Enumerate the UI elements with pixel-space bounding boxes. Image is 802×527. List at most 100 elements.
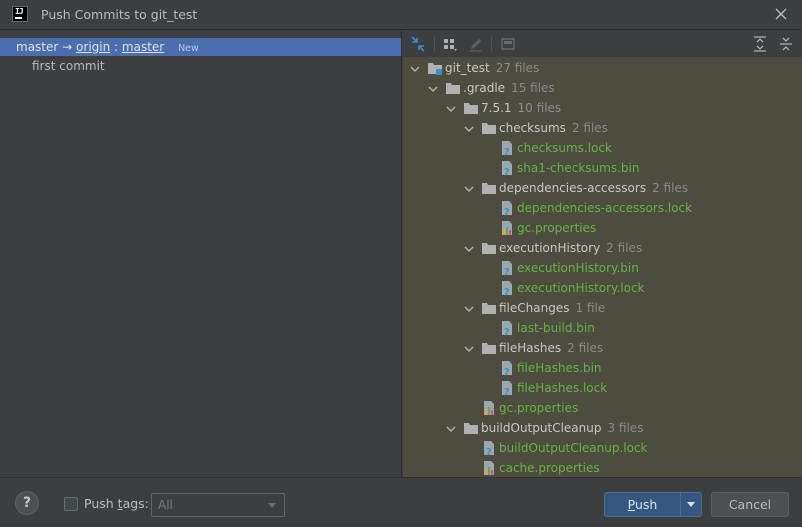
tree-node-name: checksums bbox=[499, 121, 566, 135]
tree-file-row[interactable]: ? executionHistory.bin bbox=[499, 258, 639, 278]
tree-node-name: executionHistory.lock bbox=[517, 281, 645, 295]
tree-node-name: dependencies-accessors bbox=[499, 181, 647, 195]
help-button[interactable]: ? bbox=[15, 491, 39, 515]
collapse-all-icon[interactable] bbox=[777, 35, 795, 53]
push-split-button: Push bbox=[604, 492, 702, 517]
push-tags-label[interactable]: Push tags: bbox=[84, 496, 149, 511]
svg-text:?: ? bbox=[504, 387, 510, 396]
collapse-toggle-icon[interactable] bbox=[409, 35, 427, 53]
cancel-button[interactable]: Cancel bbox=[711, 492, 789, 517]
dialog-footer: ? Push tags: All Push Cancel bbox=[0, 477, 802, 527]
svg-text:?: ? bbox=[504, 287, 510, 296]
chevron-down-icon bbox=[687, 502, 695, 507]
module-folder-icon bbox=[427, 61, 445, 75]
unknown-file-icon: ? bbox=[499, 320, 517, 336]
folder-icon bbox=[481, 181, 499, 195]
arrow-glyph: → bbox=[62, 40, 73, 54]
svg-text:?: ? bbox=[504, 167, 510, 176]
tree-folder-row[interactable]: buildOutputCleanup 3 files bbox=[445, 418, 643, 438]
file-count: 2 files bbox=[652, 181, 689, 195]
edit-icon[interactable] bbox=[467, 35, 485, 53]
target-branch-link[interactable]: master bbox=[122, 40, 164, 54]
tree-file-row[interactable]: ? fileHashes.bin bbox=[499, 358, 602, 378]
tree-node-name: executionHistory.bin bbox=[517, 261, 639, 275]
folder-icon bbox=[481, 341, 499, 355]
tree-file-row[interactable]: ? fileHashes.lock bbox=[499, 378, 607, 398]
tree-node-name: last-build.bin bbox=[517, 321, 595, 335]
tree-node-name: fileHashes.lock bbox=[517, 381, 608, 395]
chevron-down-icon[interactable] bbox=[445, 101, 463, 115]
tree-file-row[interactable]: cache.properties bbox=[481, 458, 600, 477]
svg-text:?: ? bbox=[486, 447, 492, 456]
new-badge: New bbox=[178, 43, 199, 54]
tree-file-row[interactable]: gc.properties bbox=[499, 218, 596, 238]
branch-separator: : bbox=[114, 40, 119, 54]
tree-node-name: buildOutputCleanup.lock bbox=[499, 441, 648, 455]
unknown-file-icon: ? bbox=[499, 160, 517, 176]
tree-node-name: 7.5.1 bbox=[481, 101, 512, 115]
tree-node-name: checksums.lock bbox=[517, 141, 612, 155]
folder-icon bbox=[481, 241, 499, 255]
file-count: 15 files bbox=[511, 81, 555, 95]
changes-toolbar bbox=[403, 31, 802, 57]
properties-file-icon bbox=[499, 220, 517, 235]
file-count: 2 files bbox=[606, 241, 643, 255]
close-icon[interactable] bbox=[772, 5, 790, 23]
push-tags-checkbox[interactable] bbox=[64, 497, 78, 511]
tree-folder-row[interactable]: dependencies-accessors 2 files bbox=[463, 178, 688, 198]
toolbar-divider bbox=[491, 37, 492, 51]
tree-node-name: gc.properties bbox=[499, 401, 579, 415]
tree-file-row[interactable]: ? sha1-checksums.bin bbox=[499, 158, 639, 178]
show-diff-icon[interactable] bbox=[499, 35, 517, 53]
tree-file-row[interactable]: ? buildOutputCleanup.lock bbox=[481, 438, 648, 458]
folder-icon bbox=[463, 421, 481, 435]
chevron-down-icon[interactable] bbox=[463, 241, 481, 255]
chevron-down-icon[interactable] bbox=[409, 61, 427, 75]
tree-folder-row[interactable]: executionHistory 2 files bbox=[463, 238, 642, 258]
unknown-file-icon: ? bbox=[499, 200, 517, 216]
file-count: 10 files bbox=[517, 101, 562, 115]
chevron-down-icon[interactable] bbox=[463, 301, 481, 315]
tree-file-row[interactable]: ? dependencies-accessors.lock bbox=[499, 198, 692, 218]
tree-file-row[interactable]: gc.properties bbox=[481, 398, 578, 418]
window-title: Push Commits to git_test bbox=[41, 7, 198, 22]
svg-text:?: ? bbox=[504, 327, 510, 336]
local-branch: master bbox=[16, 40, 59, 54]
tree-file-row[interactable]: ? executionHistory.lock bbox=[499, 278, 645, 298]
tree-file-row[interactable]: ? last-build.bin bbox=[499, 318, 595, 338]
chevron-down-icon[interactable] bbox=[463, 181, 481, 195]
tree-node-name: executionHistory bbox=[499, 241, 601, 255]
remote-name-link[interactable]: origin bbox=[76, 40, 110, 54]
tree-node-name: .gradle bbox=[463, 81, 506, 95]
tree-folder-row[interactable]: 7.5.1 10 files bbox=[445, 98, 561, 118]
tree-folder-row[interactable]: git_test 27 files bbox=[409, 58, 539, 78]
push-button[interactable]: Push bbox=[605, 493, 680, 516]
push-tags-text: Push tags: bbox=[84, 496, 149, 511]
branch-row[interactable]: master → origin : master New bbox=[0, 38, 401, 56]
tree-folder-row[interactable]: fileChanges 1 file bbox=[463, 298, 605, 318]
unknown-file-icon: ? bbox=[499, 260, 517, 276]
expand-all-icon[interactable] bbox=[751, 35, 769, 53]
chevron-down-icon[interactable] bbox=[463, 341, 481, 355]
toolbar-divider bbox=[434, 37, 435, 51]
tree-file-row[interactable]: ? checksums.lock bbox=[499, 138, 612, 158]
chevron-down-icon[interactable] bbox=[427, 81, 445, 95]
tree-node-name: dependencies-accessors.lock bbox=[517, 201, 693, 215]
tree-node-name: fileHashes bbox=[499, 341, 562, 355]
file-count: 27 files bbox=[495, 61, 540, 75]
unknown-file-icon: ? bbox=[499, 380, 517, 396]
folder-icon bbox=[463, 101, 481, 115]
push-tags-select[interactable]: All bbox=[151, 493, 285, 517]
tree-folder-row[interactable]: .gradle 15 files bbox=[427, 78, 555, 98]
chevron-down-icon[interactable] bbox=[463, 121, 481, 135]
chevron-down-icon bbox=[268, 503, 276, 508]
commit-item[interactable]: first commit bbox=[32, 59, 105, 73]
push-dropdown-button[interactable] bbox=[681, 493, 702, 516]
unknown-file-icon: ? bbox=[499, 280, 517, 296]
group-by-icon[interactable] bbox=[441, 35, 459, 53]
tree-folder-row[interactable]: fileHashes 2 files bbox=[463, 338, 603, 358]
tree-folder-row[interactable]: checksums 2 files bbox=[463, 118, 608, 138]
chevron-down-icon[interactable] bbox=[445, 421, 463, 435]
properties-file-icon bbox=[481, 400, 499, 415]
tree-node-name: sha1-checksums.bin bbox=[517, 161, 640, 175]
